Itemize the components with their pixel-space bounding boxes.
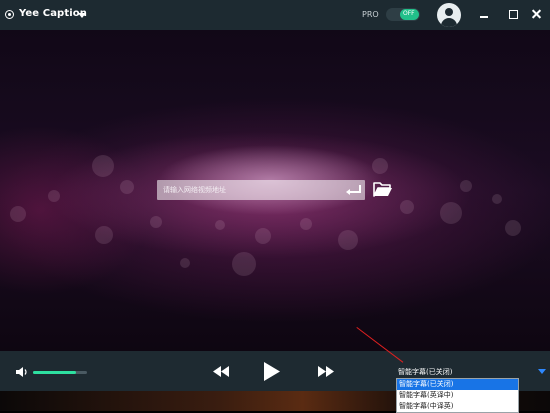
bokeh-light: [400, 200, 414, 214]
enter-icon-arrowhead: [346, 189, 350, 195]
bokeh-light: [48, 190, 60, 202]
volume-level: [33, 371, 77, 374]
avatar-head: [445, 8, 453, 16]
close-icon[interactable]: [530, 8, 543, 21]
bokeh-light: [460, 180, 472, 192]
pro-toggle[interactable]: OFF: [386, 8, 420, 21]
bokeh-light: [180, 258, 190, 268]
app-menu-caret-icon[interactable]: [78, 13, 86, 18]
folder-open-icon[interactable]: [373, 181, 393, 198]
enter-icon-bar: [349, 191, 361, 193]
subtitle-option-zh-to-en[interactable]: 智能字幕(中译英): [397, 401, 518, 412]
avatar-body: [441, 18, 457, 27]
volume-icon[interactable]: [16, 367, 28, 377]
title-bar: Yee Caption PRO OFF: [0, 0, 550, 30]
maximize-icon[interactable]: [507, 8, 520, 21]
bokeh-light: [215, 220, 225, 230]
bokeh-light: [372, 158, 388, 174]
bokeh-light: [120, 180, 134, 194]
fast-forward-icon[interactable]: [318, 366, 334, 377]
volume-slider[interactable]: [33, 371, 87, 374]
subtitle-option-off[interactable]: 智能字幕(已关闭): [397, 379, 518, 390]
user-avatar-icon[interactable]: [437, 3, 461, 27]
play-icon[interactable]: [264, 362, 280, 381]
bokeh-light: [92, 155, 114, 177]
bokeh-light: [300, 218, 312, 230]
app-title: Yee Caption: [19, 8, 87, 19]
bokeh-light: [232, 252, 256, 276]
minimize-icon[interactable]: [478, 8, 491, 21]
subtitle-dropdown: 智能字幕(已关闭) 智能字幕(英译中) 智能字幕(中译英): [396, 378, 519, 413]
bokeh-light: [150, 216, 162, 228]
chevron-down-icon[interactable]: [538, 369, 546, 374]
subtitle-option-en-to-zh[interactable]: 智能字幕(英译中): [397, 390, 518, 401]
bokeh-light: [440, 202, 462, 224]
bokeh-light: [338, 230, 358, 250]
bokeh-light: [95, 226, 113, 244]
bokeh-light: [10, 206, 26, 222]
enter-icon[interactable]: [346, 183, 362, 197]
bokeh-light: [492, 194, 502, 204]
pro-toggle-state: OFF: [403, 10, 415, 17]
rewind-icon[interactable]: [213, 366, 229, 377]
video-url-input[interactable]: [157, 180, 343, 200]
subtitle-mode-label[interactable]: 智能字幕(已关闭): [398, 367, 452, 377]
bokeh-light: [505, 220, 521, 236]
url-bar: [157, 180, 365, 200]
bokeh-light: [255, 228, 271, 244]
logo-icon: [5, 10, 14, 19]
pro-label: PRO: [362, 10, 379, 19]
video-area[interactable]: [0, 30, 550, 351]
